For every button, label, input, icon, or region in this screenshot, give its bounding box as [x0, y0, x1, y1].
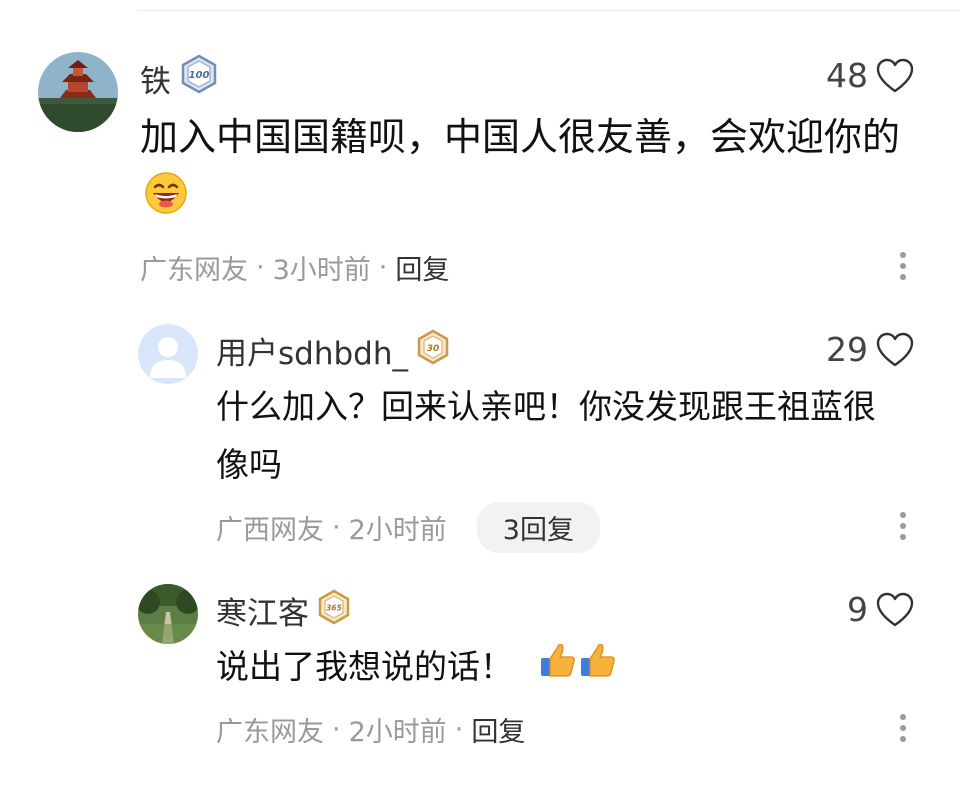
- timestamp: 2小时前: [348, 717, 447, 748]
- thumbs-up-emoji: [538, 640, 578, 698]
- like-count: 9: [847, 590, 868, 629]
- heart-outline-icon: [876, 332, 914, 366]
- reply-author[interactable]: 用户sdhbdh_ 30: [216, 328, 450, 373]
- meta-separator: ·: [332, 714, 341, 745]
- badge-level-text: 365: [326, 603, 342, 612]
- level-badge-icon: 100: [179, 54, 219, 102]
- like-count: 48: [826, 56, 868, 95]
- author-name: 用户sdhbdh_: [216, 336, 408, 372]
- timestamp: 3小时前: [272, 255, 371, 286]
- region-label: 广西网友: [216, 515, 324, 546]
- badge-level-text: 100: [189, 70, 210, 81]
- default-avatar-icon: [138, 324, 198, 384]
- like-count: 29: [826, 330, 868, 369]
- grinning-face-emoji: [144, 171, 188, 233]
- author-name: 寒江客: [216, 596, 309, 632]
- like-button[interactable]: 48: [826, 56, 914, 95]
- reply-button[interactable]: 回复: [395, 248, 449, 287]
- comment-author[interactable]: 铁 100: [140, 54, 219, 102]
- avatar[interactable]: [38, 52, 118, 132]
- author-name: 铁: [140, 63, 171, 100]
- reply-meta: 广东网友 · 2小时前 · 回复: [216, 710, 525, 749]
- level-badge-icon: 30: [416, 329, 450, 373]
- avatar-image: [38, 52, 118, 132]
- more-vertical-icon[interactable]: [900, 252, 906, 280]
- more-vertical-icon[interactable]: [900, 512, 906, 540]
- meta-separator: ·: [454, 714, 464, 745]
- comment-text: 加入中国国籍呗，中国人很友善，会欢迎你的: [140, 106, 930, 233]
- comment-text-body: 加入中国国籍呗，中国人很友善，会欢迎你的: [140, 115, 901, 159]
- region-label: 广东网友: [216, 717, 324, 748]
- comment-meta: 广东网友 · 3小时前 · 回复: [140, 248, 449, 287]
- thumbs-up-emoji: [578, 640, 618, 698]
- reply-meta: 广西网友 · 2小时前 3回复: [216, 502, 600, 553]
- heart-outline-icon: [876, 58, 914, 92]
- region-label: 广东网友: [140, 255, 248, 286]
- more-vertical-icon[interactable]: [900, 714, 906, 742]
- reply-text: 什么加入？回来认亲吧！你没发现跟王祖蓝很像吗: [216, 387, 876, 484]
- timestamp: 2小时前: [348, 515, 447, 546]
- meta-separator: ·: [378, 252, 388, 283]
- like-button[interactable]: 9: [847, 590, 914, 629]
- reply-button[interactable]: 回复: [471, 710, 525, 749]
- meta-separator: ·: [256, 252, 265, 283]
- view-replies-button[interactable]: 3回复: [476, 502, 600, 553]
- heart-outline-icon: [876, 592, 914, 626]
- avatar-image: [138, 584, 198, 644]
- avatar[interactable]: [138, 584, 198, 644]
- avatar[interactable]: [138, 324, 198, 384]
- meta-separator: ·: [332, 512, 341, 543]
- reply-author[interactable]: 寒江客 365: [216, 588, 351, 633]
- top-divider: [138, 10, 960, 11]
- level-badge-icon: 365: [317, 589, 351, 633]
- reply-text-body: 说出了我想说的话！: [216, 647, 513, 686]
- badge-level-text: 30: [427, 344, 440, 354]
- like-button[interactable]: 29: [826, 330, 914, 369]
- reply-text: 说出了我想说的话！: [216, 638, 916, 698]
